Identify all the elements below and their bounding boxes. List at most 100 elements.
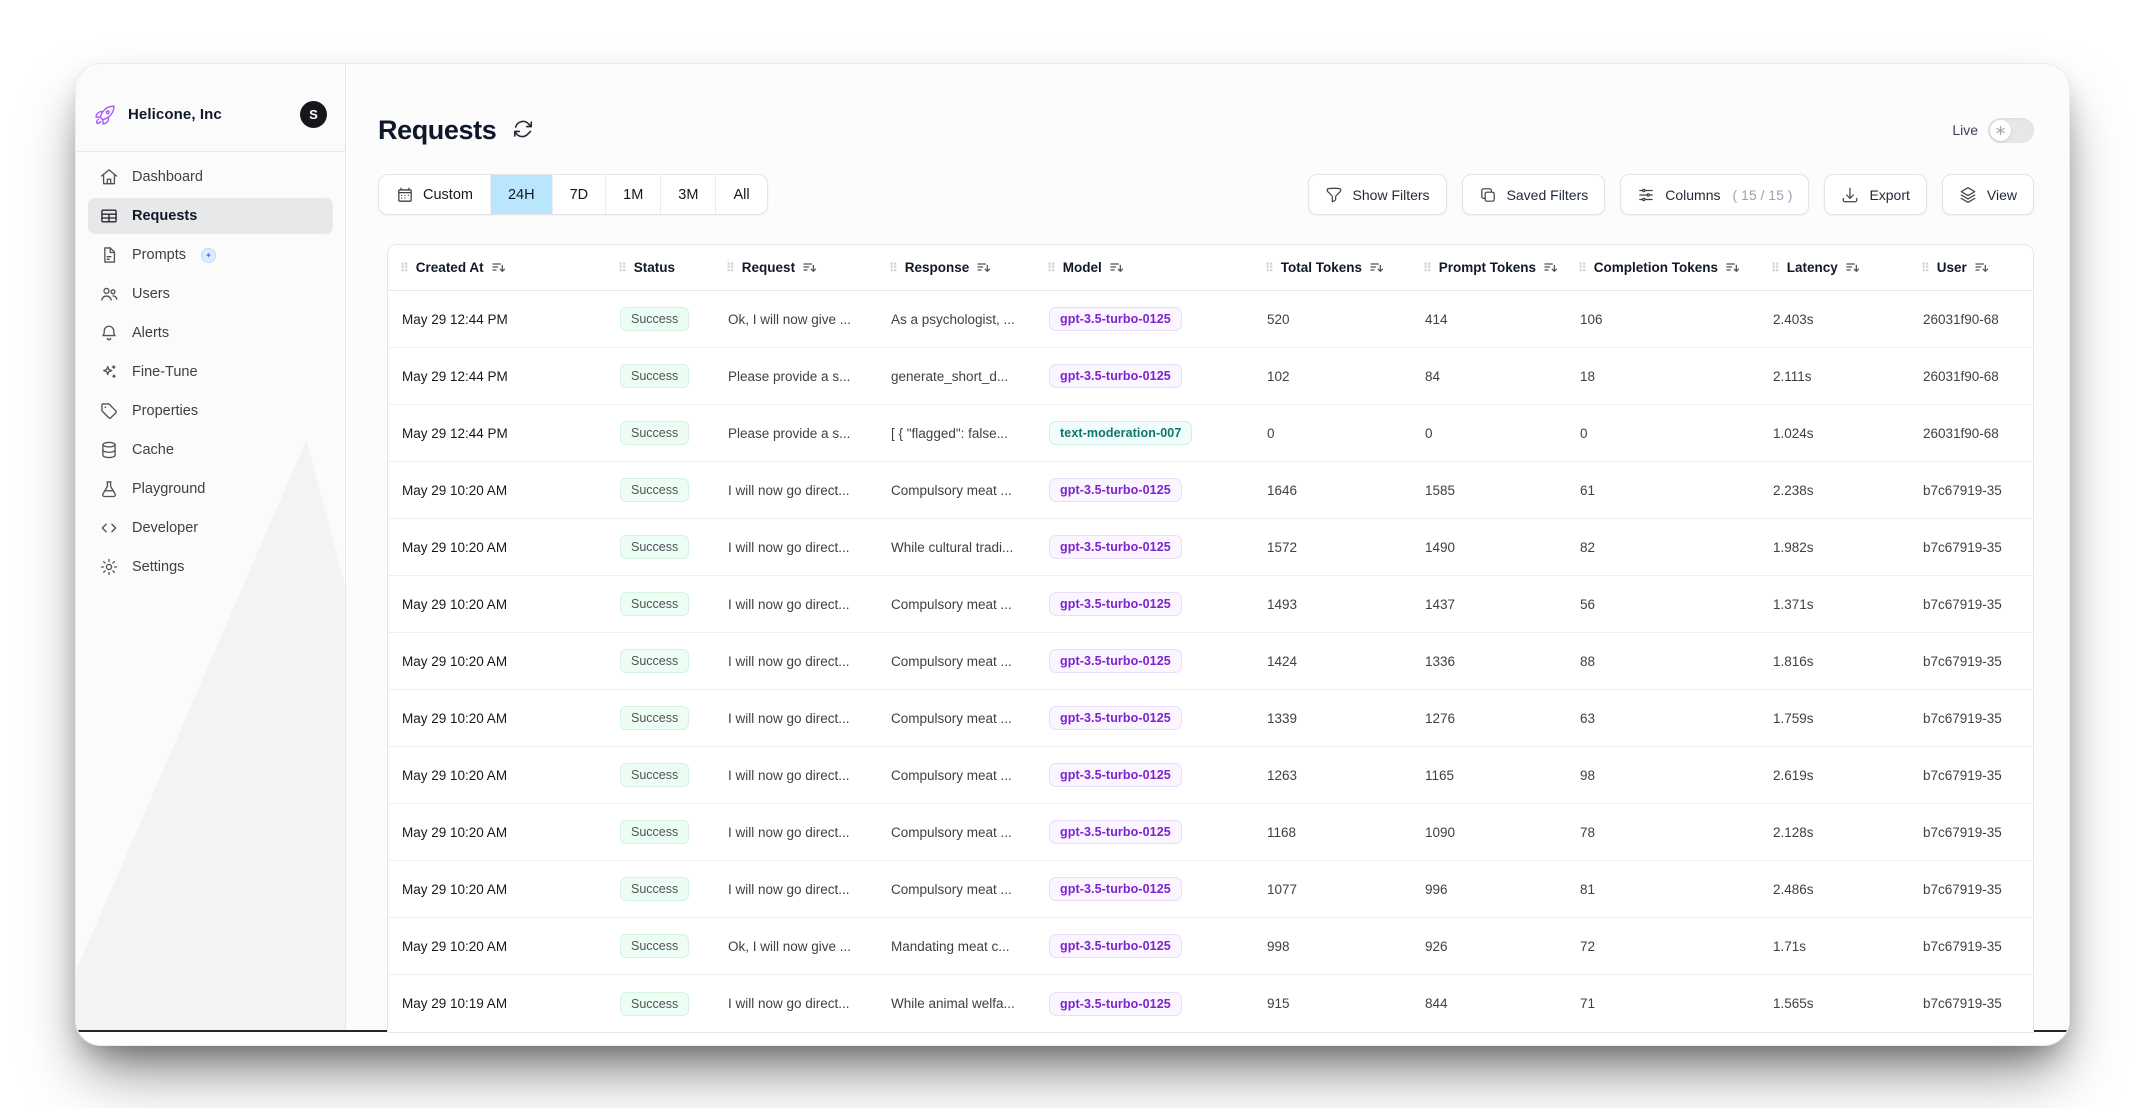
cell-created-at: May 29 10:20 AM <box>388 690 606 746</box>
drag-handle-icon[interactable]: ⠿ <box>726 262 735 274</box>
column-header[interactable]: ⠿ User <box>1909 245 2033 290</box>
sidebar-item-developer[interactable]: Developer <box>88 510 333 546</box>
sort-icon[interactable] <box>1109 260 1125 276</box>
drag-handle-icon[interactable]: ⠿ <box>1771 262 1780 274</box>
sort-icon[interactable] <box>802 260 818 276</box>
live-toggle[interactable] <box>1988 118 2034 143</box>
sidebar-item-alerts[interactable]: Alerts <box>88 315 333 351</box>
column-header[interactable]: ⠿ Created At <box>388 245 606 290</box>
sidebar-item-label: Alerts <box>132 325 169 341</box>
time-range-option[interactable]: 3M <box>661 175 716 214</box>
cell-created-at: May 29 10:20 AM <box>388 804 606 860</box>
cell-user: b7c67919-35 <box>1909 462 2033 518</box>
column-header[interactable]: ⠿ Status <box>606 245 714 290</box>
cell-status: Success <box>606 747 714 803</box>
sidebar-item-settings[interactable]: Settings <box>88 549 333 585</box>
table-row[interactable]: May 29 10:20 AM Success I will now go di… <box>388 576 2033 633</box>
time-range-option[interactable]: All <box>716 175 766 214</box>
cell-prompt-tokens: 1336 <box>1411 633 1566 689</box>
refresh-icon[interactable] <box>512 118 536 142</box>
cell-prompt-tokens: 1585 <box>1411 462 1566 518</box>
view-button[interactable]: View <box>1942 174 2034 215</box>
column-header[interactable]: ⠿ Completion Tokens <box>1566 245 1759 290</box>
show-filters-button[interactable]: Show Filters <box>1308 174 1447 215</box>
cell-request: I will now go direct... <box>714 633 877 689</box>
drag-handle-icon[interactable]: ⠿ <box>1047 262 1056 274</box>
sidebar-item-playground[interactable]: Playground <box>88 471 333 507</box>
column-header[interactable]: ⠿ Total Tokens <box>1253 245 1411 290</box>
cell-created-at: May 29 10:19 AM <box>388 975 606 1032</box>
avatar[interactable]: S <box>300 101 327 128</box>
drag-handle-icon[interactable]: ⠿ <box>400 262 409 274</box>
sort-icon[interactable] <box>1974 260 1990 276</box>
cell-response: Compulsory meat ... <box>877 633 1035 689</box>
sidebar-item-users[interactable]: Users <box>88 276 333 312</box>
column-header[interactable]: ⠿ Request <box>714 245 877 290</box>
sidebar-item-requests[interactable]: Requests <box>88 198 333 234</box>
cell-user: 26031f90-68 <box>1909 291 2033 347</box>
sidebar-item-label: Dashboard <box>132 169 203 185</box>
drag-handle-icon[interactable]: ⠿ <box>1921 262 1930 274</box>
drag-handle-icon[interactable]: ⠿ <box>889 262 898 274</box>
column-header[interactable]: ⠿ Response <box>877 245 1035 290</box>
sort-icon[interactable] <box>1725 260 1741 276</box>
sidebar-item-fine-tune[interactable]: Fine-Tune <box>88 354 333 390</box>
table-row[interactable]: May 29 10:20 AM Success Ok, I will now g… <box>388 918 2033 975</box>
model-badge: text-moderation-007 <box>1049 421 1192 445</box>
table-row[interactable]: May 29 10:20 AM Success I will now go di… <box>388 690 2033 747</box>
sort-icon[interactable] <box>976 260 992 276</box>
org-header[interactable]: Helicone, Inc S <box>76 64 345 152</box>
cell-user: b7c67919-35 <box>1909 690 2033 746</box>
download-icon <box>1841 186 1859 204</box>
sidebar: Helicone, Inc S Dashboard Requests Promp… <box>76 64 346 1030</box>
cell-prompt-tokens: 414 <box>1411 291 1566 347</box>
table-row[interactable]: May 29 12:44 PM Success Please provide a… <box>388 348 2033 405</box>
table-row[interactable]: May 29 10:20 AM Success I will now go di… <box>388 519 2033 576</box>
drag-handle-icon[interactable]: ⠿ <box>1265 262 1274 274</box>
sort-icon[interactable] <box>1543 260 1559 276</box>
drag-handle-icon[interactable]: ⠿ <box>1578 262 1587 274</box>
sort-icon[interactable] <box>1845 260 1861 276</box>
columns-button[interactable]: Columns ( 15 / 15 ) <box>1620 174 1809 215</box>
sort-icon[interactable] <box>491 260 507 276</box>
sidebar-item-dashboard[interactable]: Dashboard <box>88 159 333 195</box>
sidebar-item-properties[interactable]: Properties <box>88 393 333 429</box>
column-header[interactable]: ⠿ Prompt Tokens <box>1411 245 1566 290</box>
cell-model: gpt-3.5-turbo-0125 <box>1035 633 1253 689</box>
column-label: Request <box>742 260 795 275</box>
sidebar-item-label: Properties <box>132 403 198 419</box>
table-row[interactable]: May 29 10:20 AM Success I will now go di… <box>388 462 2033 519</box>
export-button[interactable]: Export <box>1824 174 1926 215</box>
org-name: Helicone, Inc <box>128 106 288 123</box>
sort-icon[interactable] <box>1369 260 1385 276</box>
drag-handle-icon[interactable]: ⠿ <box>618 262 627 274</box>
drag-handle-icon[interactable]: ⠿ <box>1423 262 1432 274</box>
cell-prompt-tokens: 1437 <box>1411 576 1566 632</box>
saved-filters-button[interactable]: Saved Filters <box>1462 174 1606 215</box>
cell-latency: 2.486s <box>1759 861 1909 917</box>
sidebar-item-cache[interactable]: Cache <box>88 432 333 468</box>
layers-icon <box>1959 186 1977 204</box>
cell-total-tokens: 1424 <box>1253 633 1411 689</box>
column-header[interactable]: ⠿ Model <box>1035 245 1253 290</box>
cell-latency: 1.565s <box>1759 975 1909 1032</box>
time-range-option[interactable]: 7D <box>553 175 607 214</box>
table-row[interactable]: May 29 10:20 AM Success I will now go di… <box>388 804 2033 861</box>
cell-response: Compulsory meat ... <box>877 576 1035 632</box>
table-row[interactable]: May 29 10:20 AM Success I will now go di… <box>388 633 2033 690</box>
time-range-option[interactable]: 24H <box>491 175 553 214</box>
time-range-option[interactable]: 1M <box>606 175 661 214</box>
table-row[interactable]: May 29 10:20 AM Success I will now go di… <box>388 747 2033 804</box>
status-badge: Success <box>620 763 689 787</box>
table-row[interactable]: May 29 10:20 AM Success I will now go di… <box>388 861 2033 918</box>
sidebar-item-prompts[interactable]: Prompts ✦ <box>88 237 333 273</box>
custom-range-button[interactable]: Custom <box>379 175 491 214</box>
table-row[interactable]: May 29 10:19 AM Success I will now go di… <box>388 975 2033 1032</box>
cell-total-tokens: 520 <box>1253 291 1411 347</box>
column-header[interactable]: ⠿ Latency <box>1759 245 1909 290</box>
cell-completion-tokens: 98 <box>1566 747 1759 803</box>
table-row[interactable]: May 29 12:44 PM Success Please provide a… <box>388 405 2033 462</box>
sidebar-item-label: Prompts <box>132 247 186 263</box>
table-row[interactable]: May 29 12:44 PM Success Ok, I will now g… <box>388 291 2033 348</box>
sidebar-item-label: Requests <box>132 208 197 224</box>
